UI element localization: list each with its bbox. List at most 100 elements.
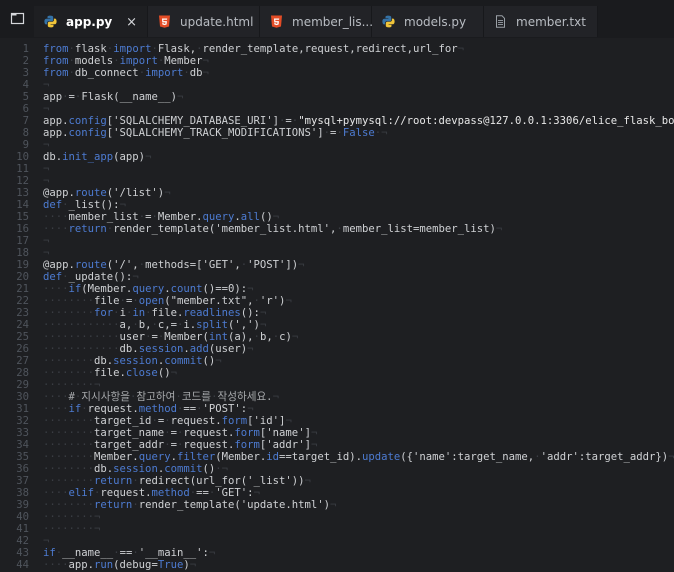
whitespace-marker: ¬ <box>43 235 50 247</box>
code-line[interactable]: 19 @app.route('/',·methods=['GET',·'POST'… <box>0 259 674 271</box>
whitespace-marker: ···· <box>43 403 69 415</box>
code-text: def·_list():¬ <box>43 199 126 211</box>
code-line[interactable]: 2 from·models·import·Member¬ <box>0 55 674 67</box>
code-line[interactable]: 5 app·=·Flask(__name__)¬ <box>0 91 674 103</box>
code-line[interactable]: 26 ············db.session.add(user)¬ <box>0 343 674 355</box>
code-text: ········¬ <box>43 523 100 535</box>
tab-member-list-html[interactable]: member_lis... <box>260 6 374 37</box>
code-line[interactable]: 7 app.config['SQLALCHEMY_DATABASE_URI']·=… <box>0 115 674 127</box>
code-editor[interactable]: 1 from·flask·import·Flask,·render_templat… <box>0 40 674 572</box>
code-line[interactable]: 3 from·db_connect·import·db¬ <box>0 67 674 79</box>
whitespace-marker: ········ <box>43 367 95 379</box>
code-line[interactable]: 38 ····elif·request.method·==·'GET':¬ <box>0 487 674 499</box>
code-line[interactable]: 29 ········¬ <box>0 379 674 391</box>
code-line[interactable]: 12 ¬ <box>0 175 674 187</box>
code-line[interactable]: 27 ········db.session.commit()¬ <box>0 355 674 367</box>
code-line[interactable]: 11 ¬ <box>0 163 674 175</box>
whitespace-marker: ¬ <box>285 295 292 307</box>
code-token: import <box>145 67 184 79</box>
close-icon[interactable]: × <box>126 15 137 30</box>
code-token: file <box>94 295 120 307</box>
code-text: ········target_id·=·request.form['id']¬ <box>43 415 292 427</box>
code-line[interactable]: 4 ¬ <box>0 79 674 91</box>
code-line[interactable]: 9 ¬ <box>0 139 674 151</box>
code-line[interactable]: 34 ········target_addr·=·request.form['ad… <box>0 439 674 451</box>
code-line[interactable]: 39 ········return·render_template('update… <box>0 499 674 511</box>
code-line[interactable]: 24 ············a,·b,·c,=·i.split(',')¬ <box>0 319 674 331</box>
whitespace-marker: ¬ <box>176 91 184 103</box>
code-line[interactable]: 13 @app.route('/list')¬ <box>0 187 674 199</box>
code-line[interactable]: 22 ········file·=·open("member.txt",·'r')… <box>0 295 674 307</box>
code-line[interactable]: 20 def·_update():¬ <box>0 271 674 283</box>
tab-label: models.py <box>404 14 467 29</box>
code-line[interactable]: 44 ····app.run(debug=True)¬ <box>0 559 674 571</box>
tab-models-py[interactable]: models.py <box>372 6 484 37</box>
code-line[interactable]: 17 ¬ <box>0 235 674 247</box>
whitespace-marker: ···· <box>43 223 69 235</box>
code-line[interactable]: 42 ¬ <box>0 535 674 547</box>
line-number: 24 <box>16 319 29 331</box>
code-line[interactable]: 35 ········Member.query.filter(Member.id=… <box>0 451 674 463</box>
code-token: True <box>157 559 184 571</box>
code-line[interactable]: 31 ····if·request.method·==·'POST':¬ <box>0 403 674 415</box>
whitespace-marker: ¬ <box>208 547 216 559</box>
tab-label: member_lis... <box>292 14 374 29</box>
code-line[interactable]: 28 ········file.close()¬ <box>0 367 674 379</box>
code-token: models <box>74 55 114 67</box>
code-line[interactable]: 16 ····return·render_template('member_lis… <box>0 223 674 235</box>
code-line[interactable]: 25 ············user·=·Member(int(a),·b,·c… <box>0 331 674 343</box>
whitespace-marker: ········ <box>43 415 95 427</box>
code-token: (Member. <box>215 451 267 463</box>
code-token: method <box>138 403 177 415</box>
tab-update-html[interactable]: update.html <box>148 6 260 37</box>
code-line[interactable]: 6 ¬ <box>0 103 674 115</box>
code-token: c) <box>279 331 292 343</box>
files-icon[interactable] <box>10 11 25 26</box>
whitespace-marker: ¬ <box>202 55 209 67</box>
code-text: ········for·i·in·file.readlines():¬ <box>43 307 266 319</box>
line-number: 32 <box>16 415 29 427</box>
code-line[interactable]: 14 def·_list():¬ <box>0 199 674 211</box>
code-line[interactable]: 23 ········for·i·in·file.readlines():¬ <box>0 307 674 319</box>
code-line[interactable]: 18 ¬ <box>0 247 674 259</box>
code-token: 참고하여 <box>136 391 176 403</box>
code-token: session <box>113 355 158 367</box>
code-line[interactable]: 41 ········¬ <box>0 523 674 535</box>
whitespace-marker: ···· <box>43 487 69 499</box>
code-token: return <box>68 223 107 235</box>
line-number: 22 <box>16 295 29 307</box>
code-line[interactable]: 30 ····#·지시사항을·참고하여·코드를·작성하세요.¬ <box>0 391 674 403</box>
code-line[interactable]: 21 ····if(Member.query.count()==0):¬ <box>0 283 674 295</box>
whitespace-marker: ¬ <box>330 499 337 511</box>
code-line[interactable]: 1 from·flask·import·Flask,·render_templat… <box>0 43 674 55</box>
code-token: file. <box>151 307 184 319</box>
code-text: ¬ <box>43 247 49 259</box>
tab-app-py[interactable]: app.py × <box>34 6 148 37</box>
code-token: (Member. <box>81 283 133 295</box>
whitespace-marker: ¬ <box>272 211 280 223</box>
tab-label: update.html <box>180 14 254 29</box>
code-token: open <box>138 295 165 307</box>
code-line[interactable]: 32 ········target_id·=·request.form['id']… <box>0 415 674 427</box>
code-line[interactable]: 37 ········return·redirect(url_for('_list… <box>0 475 674 487</box>
whitespace-marker: ········ <box>43 475 95 487</box>
code-token: ("member.txt", <box>164 295 254 307</box>
code-token: config <box>68 127 107 139</box>
whitespace-marker: ¬ <box>247 283 254 295</box>
code-token: 'POST']) <box>247 259 299 271</box>
whitespace-marker: ········¬ <box>43 511 101 523</box>
tab-member-txt[interactable]: member.txt <box>484 6 598 37</box>
code-token: return <box>94 475 133 487</box>
code-token: render_template('update.html') <box>138 499 331 511</box>
code-line[interactable]: 15 ····member_list·=·Member.query.all()¬ <box>0 211 674 223</box>
code-line[interactable]: 10 db.init_app(app)¬ <box>0 151 674 163</box>
code-line[interactable]: 36 ········db.session.commit()·¬ <box>0 463 674 475</box>
code-token: db <box>189 67 203 79</box>
code-token: c,= <box>157 319 177 331</box>
whitespace-marker: ¬ <box>259 307 267 319</box>
code-line[interactable]: 8 app.config['SQLALCHEMY_TRACK_MODIFICATI… <box>0 127 674 139</box>
code-line[interactable]: 33 ········target_name·=·request.form['na… <box>0 427 674 439</box>
code-token: all <box>240 211 260 223</box>
code-line[interactable]: 40 ········¬ <box>0 511 674 523</box>
code-line[interactable]: 43 if·__name__·==·'__main__':¬ <box>0 547 674 559</box>
